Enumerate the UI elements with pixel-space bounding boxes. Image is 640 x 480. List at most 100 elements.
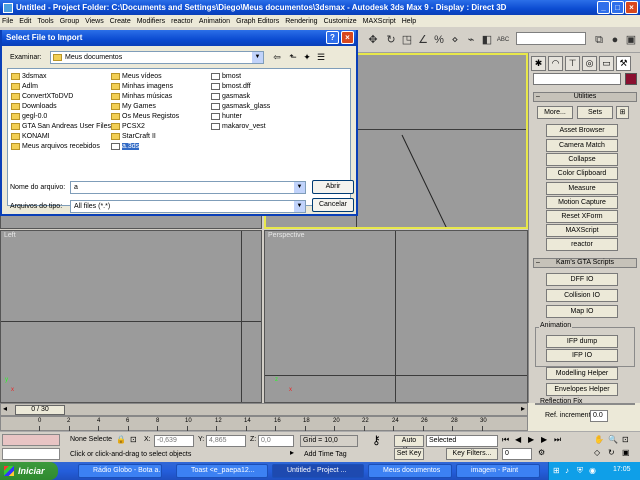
key-selection-dropdown[interactable]: Selected bbox=[426, 435, 498, 447]
task-paint[interactable]: imagem - Paint bbox=[456, 464, 540, 478]
list-item[interactable]: gegl-0.0 bbox=[11, 112, 47, 121]
current-frame-field[interactable]: 0 bbox=[502, 448, 532, 460]
y-coord-field[interactable]: 4,865 bbox=[206, 435, 246, 447]
list-item[interactable]: gasmask_glass bbox=[211, 102, 270, 111]
list-item[interactable]: KONAMI bbox=[11, 132, 50, 141]
spinner-snap-icon[interactable]: ⋄ bbox=[448, 33, 462, 47]
dff-io-button[interactable]: DFF IO bbox=[546, 273, 618, 286]
list-item[interactable]: Meus vídeos bbox=[111, 72, 162, 81]
filetype-select[interactable]: All files (*.*) ▼ bbox=[70, 200, 306, 213]
time-tag-icon[interactable]: ▸ bbox=[290, 448, 294, 457]
arc-rotate-icon[interactable]: ↻ bbox=[608, 448, 615, 457]
collision-io-button[interactable]: Collision IO bbox=[546, 289, 618, 302]
more-button[interactable]: More... bbox=[537, 106, 573, 119]
menu-file[interactable]: File bbox=[2, 18, 13, 25]
back-icon[interactable]: ⇦ bbox=[270, 51, 284, 64]
list-item[interactable]: My Games bbox=[111, 102, 156, 111]
next-frame-icon[interactable]: ▸ bbox=[521, 404, 525, 413]
new-folder-icon[interactable]: ✦ bbox=[300, 51, 314, 64]
list-item[interactable]: Downloads bbox=[11, 102, 57, 111]
list-item[interactable]: StarCraft II bbox=[111, 132, 156, 141]
network-icon[interactable]: ⊞ bbox=[553, 466, 560, 475]
zoom-icon[interactable]: 🔍 bbox=[608, 435, 618, 444]
viewport-perspective-label[interactable]: Perspective bbox=[268, 232, 305, 239]
menu-tools[interactable]: Tools bbox=[37, 18, 53, 25]
configure-sets-icon[interactable]: ⊞ bbox=[616, 106, 629, 119]
collapse-button[interactable]: Collapse bbox=[546, 153, 618, 166]
maximize-viewport-icon[interactable]: ▣ bbox=[622, 448, 630, 457]
sets-button[interactable]: Sets bbox=[577, 106, 613, 119]
menu-customize[interactable]: Customize bbox=[324, 18, 357, 25]
named-selection-icon[interactable]: ⌁ bbox=[464, 33, 478, 47]
menu-create[interactable]: Create bbox=[110, 18, 131, 25]
select-move-icon[interactable]: ✥ bbox=[366, 33, 380, 47]
select-rotate-icon[interactable]: ↻ bbox=[384, 33, 398, 47]
clock[interactable]: 17:05 bbox=[613, 466, 631, 473]
goto-end-icon[interactable]: ⏭ bbox=[554, 435, 561, 445]
envelopes-helper-button[interactable]: Envelopes Helper bbox=[546, 383, 618, 396]
hierarchy-tab-icon[interactable]: ⊤ bbox=[565, 56, 580, 71]
key-mode-icon[interactable]: ⚷ bbox=[372, 433, 381, 447]
menu-maxscript[interactable]: MAXScript bbox=[363, 18, 396, 25]
list-item[interactable]: hunter bbox=[211, 112, 242, 121]
list-item[interactable]: gasmask bbox=[211, 92, 250, 101]
open-button[interactable]: Abrir bbox=[312, 180, 354, 194]
time-slider-thumb[interactable]: 0 / 30 bbox=[15, 405, 65, 415]
menu-edit[interactable]: Edit bbox=[19, 18, 31, 25]
list-item[interactable]: ConvertXToDVD bbox=[11, 92, 73, 101]
render-icon[interactable]: ▣ bbox=[624, 33, 638, 47]
list-item[interactable]: Minhas imagens bbox=[111, 82, 173, 91]
up-folder-icon[interactable]: ⬑ bbox=[286, 51, 300, 64]
modelling-helper-button[interactable]: Modelling Helper bbox=[546, 367, 618, 380]
list-item[interactable]: Os Meus Registos bbox=[111, 112, 179, 121]
mirror-icon[interactable]: ◧ bbox=[480, 33, 494, 47]
maxscript-button[interactable]: MAXScript bbox=[546, 224, 618, 237]
list-item[interactable]: Meus arquivos recebidos bbox=[11, 142, 100, 151]
list-item-selected[interactable]: a.3ds bbox=[111, 142, 140, 151]
list-item[interactable]: GTA San Andreas User Files bbox=[11, 122, 111, 131]
list-item[interactable]: Adlm bbox=[11, 82, 38, 91]
reset-xform-button[interactable]: Reset XForm bbox=[546, 210, 618, 223]
material-editor-icon[interactable]: ● bbox=[608, 33, 622, 47]
utilities-rollout-header[interactable]: – Utilities bbox=[533, 92, 637, 102]
menu-group[interactable]: Group bbox=[60, 18, 79, 25]
time-slider[interactable]: ◂ 0 / 30 ▸ bbox=[0, 403, 528, 416]
camera-match-button[interactable]: Camera Match bbox=[546, 139, 618, 152]
set-key-button[interactable]: Set Key bbox=[394, 448, 424, 460]
track-bar[interactable]: 0 2 4 6 8 10 12 14 16 18 20 22 24 26 28 … bbox=[0, 416, 528, 431]
dropdown-arrow-icon[interactable]: ▼ bbox=[294, 182, 305, 193]
create-tab-icon[interactable]: ✱ bbox=[531, 56, 546, 71]
asset-browser-button[interactable]: Asset Browser bbox=[546, 124, 618, 137]
next-key-icon[interactable]: ▶ bbox=[541, 435, 547, 444]
security-icon[interactable]: ⛨ bbox=[577, 466, 583, 476]
auto-key-button[interactable]: Auto Key bbox=[394, 435, 424, 454]
ref-increment-input[interactable]: 0.0 bbox=[590, 410, 608, 422]
named-selection-dropdown[interactable] bbox=[516, 32, 586, 45]
close-button[interactable]: × bbox=[625, 1, 638, 14]
measure-button[interactable]: Measure bbox=[546, 182, 618, 195]
goto-start-icon[interactable]: ⏮ bbox=[502, 435, 509, 445]
percent-snap-icon[interactable]: % bbox=[432, 33, 446, 47]
dropdown-arrow-icon[interactable]: ▼ bbox=[252, 52, 263, 63]
menu-modifiers[interactable]: Modifiers bbox=[137, 18, 165, 25]
task-radio-globo[interactable]: Rádio Globo - Bota a... bbox=[78, 464, 162, 478]
task-toast[interactable]: Toast <e_paepa12... bbox=[176, 464, 268, 478]
list-item[interactable]: PCSX2 bbox=[111, 122, 145, 131]
time-config-icon[interactable]: ⚙ bbox=[538, 448, 545, 457]
prev-key-icon[interactable]: ◀ bbox=[515, 435, 521, 444]
list-item[interactable]: makarov_vest bbox=[211, 122, 266, 131]
add-time-tag-button[interactable]: Add Time Tag bbox=[304, 451, 347, 458]
cancel-button[interactable]: Cancelar bbox=[312, 198, 354, 212]
volume-icon[interactable]: ♪ bbox=[565, 466, 569, 475]
utilities-tab-icon[interactable]: ⚒ bbox=[616, 56, 631, 71]
list-item[interactable]: bmost.dff bbox=[211, 82, 251, 91]
absolute-mode-icon[interactable]: ⊡ bbox=[130, 435, 137, 444]
kams-scripts-rollout-header[interactable]: – Kam's GTA Scripts bbox=[533, 258, 637, 268]
curve-editor-icon[interactable]: ⧉ bbox=[592, 33, 606, 47]
task-meus-documentos[interactable]: Meus documentos bbox=[368, 464, 452, 478]
select-scale-icon[interactable]: ◳ bbox=[400, 33, 414, 47]
menu-animation[interactable]: Animation bbox=[199, 18, 230, 25]
ifp-dump-button[interactable]: IFP dump bbox=[546, 335, 618, 348]
x-coord-field[interactable]: -0,639 bbox=[154, 435, 194, 447]
play-icon[interactable]: ▶ bbox=[528, 435, 534, 444]
